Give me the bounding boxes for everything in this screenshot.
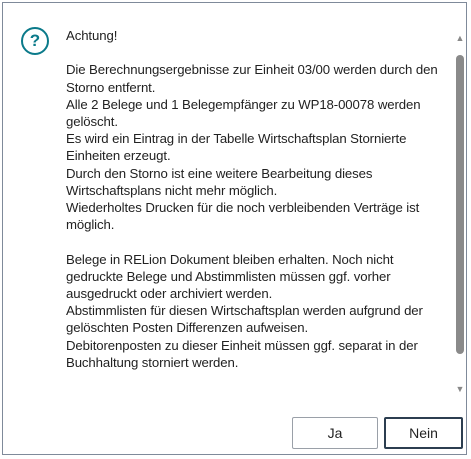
confirm-dialog: ? Achtung! Die Berechnungsergebnisse zur… xyxy=(2,2,467,455)
vertical-scrollbar[interactable]: ▲ ▼ xyxy=(454,17,466,397)
question-circle-icon: ? xyxy=(21,27,49,55)
yes-button[interactable]: Ja xyxy=(292,417,378,449)
scroll-down-arrow-icon[interactable]: ▼ xyxy=(455,384,465,394)
scrollbar-thumb[interactable] xyxy=(456,55,464,354)
no-button[interactable]: Nein xyxy=(384,417,463,449)
scroll-up-arrow-icon[interactable]: ▲ xyxy=(455,33,465,43)
dialog-message: Achtung! Die Berechnungsergebnisse zur E… xyxy=(66,28,438,370)
